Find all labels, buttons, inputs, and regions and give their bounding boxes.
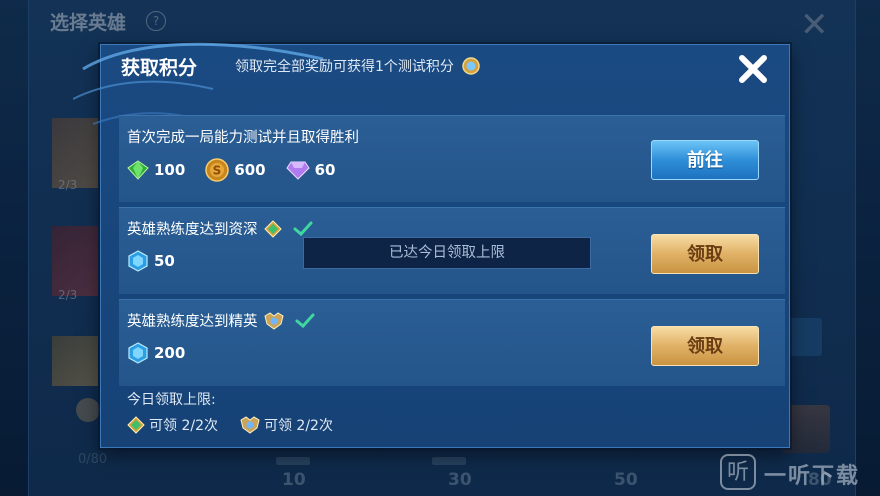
site-watermark: 听 一听下载	[720, 452, 870, 492]
veteran-badge-icon	[127, 416, 145, 434]
reward-list: 200	[127, 342, 185, 364]
claim-button[interactable]: 领取	[651, 234, 759, 274]
task-card: 英雄熟练度达到精英 200 领取	[119, 299, 785, 386]
dialog-header: 获取积分 领取完全部奖励可获得1个测试积分	[101, 45, 789, 93]
get-points-dialog: 获取积分 领取完全部奖励可获得1个测试积分 首次完成一局能力测试并且取得胜利 1…	[73, 42, 790, 448]
daily-limit-text: 可领 2/2次	[263, 418, 333, 434]
reward-list: 50	[127, 250, 175, 272]
reward-item: S 600	[205, 158, 266, 182]
close-icon[interactable]	[735, 51, 771, 87]
gold-coin-icon: S	[205, 158, 230, 182]
elite-badge-icon	[264, 312, 284, 330]
blue-crystal-icon	[128, 250, 148, 272]
reward-value: 200	[154, 344, 186, 362]
task-card: 首次完成一局能力测试并且取得胜利 100 S 600 60 前往	[119, 115, 785, 202]
reward-item: 100	[127, 160, 185, 180]
checkmark-icon	[295, 313, 315, 329]
reward-value: 60	[314, 161, 336, 179]
elite-badge-icon	[240, 416, 260, 434]
reward-value: 100	[154, 161, 186, 179]
daily-limit-text: 可领 2/2次	[149, 418, 218, 434]
checkmark-icon	[293, 221, 313, 237]
watermark-text: 一听下载	[764, 464, 861, 489]
veteran-badge-icon	[264, 220, 282, 238]
watermark-logo-icon: 听	[720, 454, 756, 490]
daily-limit-title: 今日领取上限:	[127, 392, 216, 408]
task-title: 首次完成一局能力测试并且取得胜利	[127, 130, 359, 146]
purple-diamond-icon	[285, 161, 310, 180]
limit-reached-toast: 已达今日领取上限	[303, 237, 591, 269]
blue-crystal-icon	[128, 342, 148, 364]
reward-item: 200	[127, 342, 185, 364]
daily-limit-item: 可领 2/2次	[240, 415, 333, 435]
daily-limit-item: 可领 2/2次	[127, 415, 218, 435]
task-title-text: 英雄熟练度达到精英	[127, 314, 258, 330]
dialog-title: 获取积分	[121, 57, 198, 79]
reward-value: 50	[154, 252, 175, 270]
emerald-gem-icon	[127, 160, 149, 180]
reward-value: 600	[234, 161, 266, 179]
task-title: 英雄熟练度达到资深	[127, 218, 313, 239]
subtitle-text: 领取完全部奖励可获得1个测试积分	[235, 59, 454, 75]
daily-limit-section: 今日领取上限: 可领 2/2次 可领 2/2次	[119, 381, 785, 441]
svg-text:S: S	[213, 164, 222, 178]
reward-item: 50	[127, 250, 175, 272]
go-button[interactable]: 前往	[651, 140, 759, 180]
dialog-subtitle: 领取完全部奖励可获得1个测试积分	[235, 56, 481, 76]
daily-limit-list: 可领 2/2次 可领 2/2次	[127, 415, 333, 435]
task-title-text: 英雄熟练度达到资深	[127, 222, 258, 238]
claim-button[interactable]: 领取	[651, 326, 759, 366]
test-point-icon	[462, 57, 481, 75]
task-title: 英雄熟练度达到精英	[127, 310, 315, 331]
reward-item: 60	[285, 160, 336, 180]
reward-list: 100 S 600 60	[127, 158, 336, 182]
